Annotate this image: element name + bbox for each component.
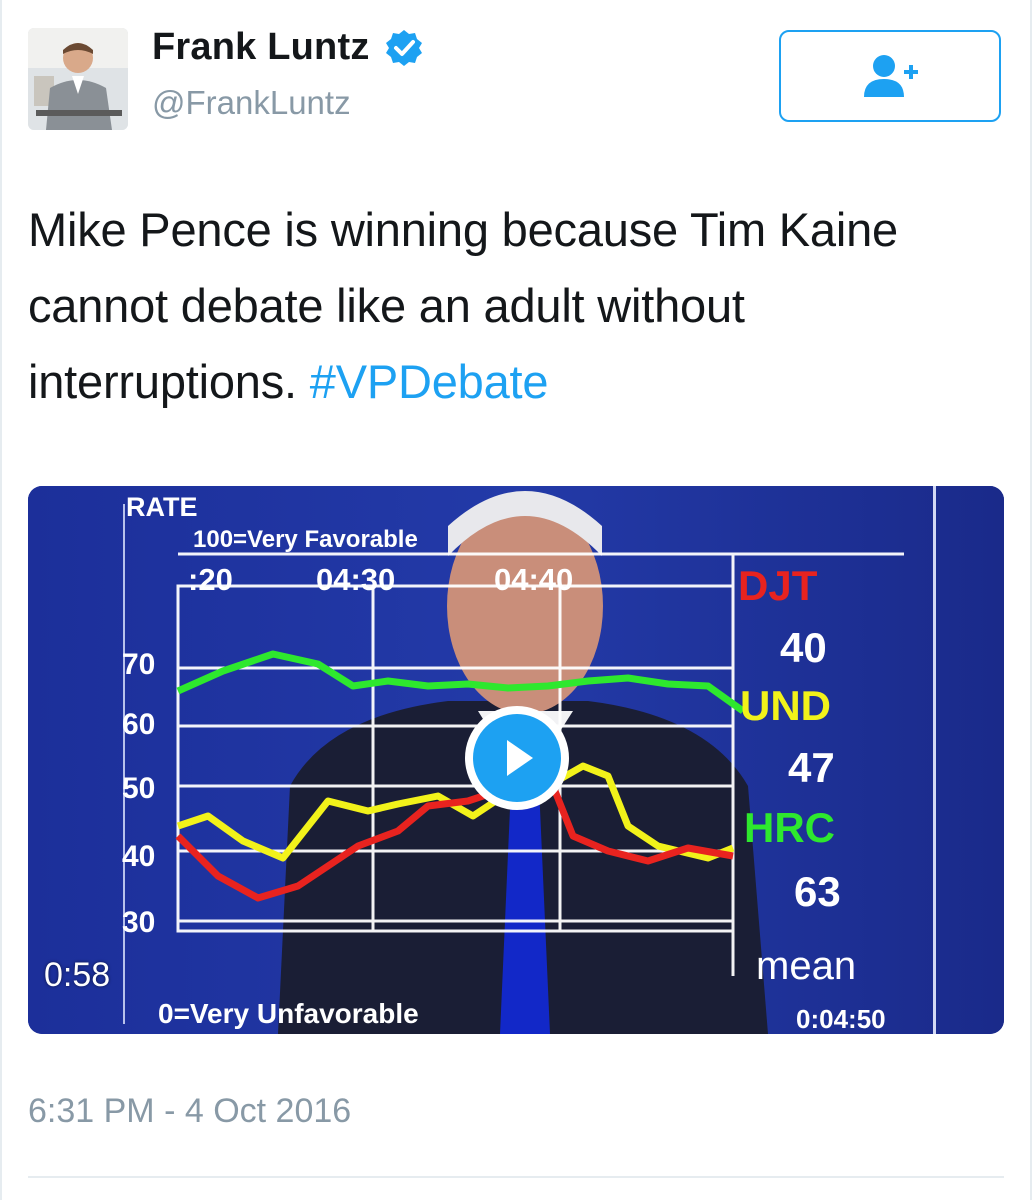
display-name[interactable]: Frank Luntz bbox=[152, 26, 424, 69]
y-tick: 50 bbox=[122, 772, 156, 805]
hashtag-link[interactable]: #VPDebate bbox=[310, 355, 549, 408]
legend-und-label: UND bbox=[740, 682, 831, 729]
play-icon bbox=[507, 740, 533, 776]
avatar[interactable] bbox=[28, 28, 128, 130]
y-tick: 60 bbox=[122, 708, 156, 741]
play-button-inner bbox=[473, 714, 561, 802]
legend-hrc-value: 63 bbox=[794, 868, 841, 915]
time-tick: 04:30 bbox=[316, 562, 396, 597]
video-duration: 0:58 bbox=[44, 956, 111, 994]
time-tick: 04:40 bbox=[494, 562, 574, 597]
legend-und-value: 47 bbox=[788, 744, 835, 791]
bottom-scale-label: 0=Very Unfavorable bbox=[158, 998, 419, 1029]
play-button[interactable] bbox=[465, 706, 569, 810]
follow-button[interactable] bbox=[779, 30, 1001, 122]
rate-label: RATE bbox=[126, 492, 198, 522]
legend-djt-value: 40 bbox=[780, 624, 827, 671]
top-scale-label: 100=Very Favorable bbox=[193, 526, 418, 553]
legend-hrc-label: HRC bbox=[744, 804, 835, 851]
display-name-text[interactable]: Frank Luntz bbox=[152, 26, 370, 69]
card-left-border bbox=[0, 0, 2, 1200]
time-tick: :20 bbox=[188, 562, 233, 597]
mean-label: mean bbox=[756, 944, 857, 988]
bottom-divider bbox=[28, 1176, 1004, 1178]
y-tick: 40 bbox=[122, 840, 156, 873]
legend-djt-label: DJT bbox=[738, 562, 818, 609]
verified-badge-icon bbox=[385, 29, 422, 66]
y-tick: 70 bbox=[122, 648, 156, 681]
tweet-text: Mike Pence is winning because Tim Kaine … bbox=[28, 192, 1008, 420]
clock-label: 0:04:50 bbox=[796, 1004, 886, 1034]
tweet-timestamp[interactable]: 6:31 PM - 4 Oct 2016 bbox=[28, 1092, 351, 1131]
user-handle[interactable]: @FrankLuntz bbox=[152, 84, 351, 122]
y-tick: 30 bbox=[122, 906, 156, 939]
add-user-icon bbox=[864, 55, 918, 97]
